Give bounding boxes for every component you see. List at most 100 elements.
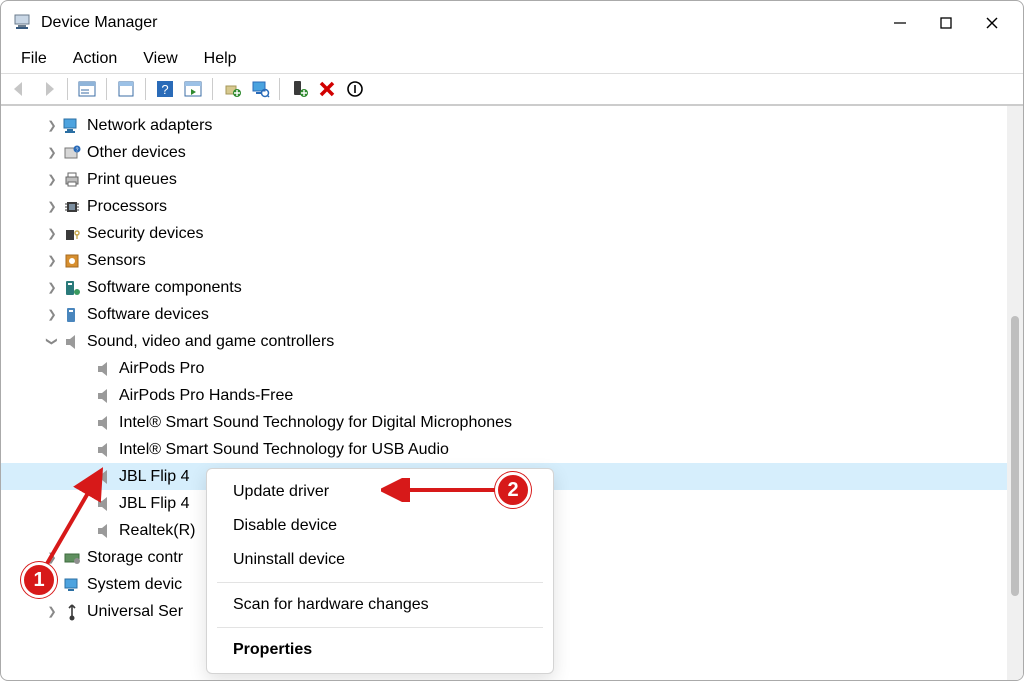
ctx-separator bbox=[217, 582, 543, 583]
chevron-right-icon[interactable]: ❯ bbox=[43, 551, 61, 564]
toolbar-separator bbox=[67, 78, 68, 100]
tree-item[interactable]: Intel® Smart Sound Technology for USB Au… bbox=[1, 436, 1023, 463]
maximize-button[interactable] bbox=[923, 1, 969, 45]
speaker-icon bbox=[95, 414, 113, 432]
speaker-icon bbox=[95, 522, 113, 540]
usb-icon bbox=[63, 603, 81, 621]
ctx-properties[interactable]: Properties bbox=[207, 633, 553, 667]
update-driver-button[interactable] bbox=[219, 76, 245, 102]
storage-icon bbox=[63, 549, 81, 567]
tree-item[interactable]: AirPods Pro bbox=[1, 355, 1023, 382]
scroll-thumb[interactable] bbox=[1011, 316, 1019, 596]
enable-device-button[interactable] bbox=[286, 76, 312, 102]
toolbar-separator bbox=[106, 78, 107, 100]
tree-item[interactable]: AirPods Pro Hands-Free bbox=[1, 382, 1023, 409]
tree-label: Security devices bbox=[87, 225, 204, 243]
tree-label: Sound, video and game controllers bbox=[87, 333, 334, 351]
menu-file[interactable]: File bbox=[9, 48, 59, 70]
printer-icon bbox=[63, 171, 81, 189]
tree-label: Network adapters bbox=[87, 117, 212, 135]
chevron-right-icon[interactable]: ❯ bbox=[43, 254, 61, 267]
tree-label: System devic bbox=[87, 576, 182, 594]
tree-label: JBL Flip 4 bbox=[119, 495, 190, 513]
annotation-badge-2: 2 bbox=[495, 472, 531, 508]
titlebar: Device Manager bbox=[1, 1, 1023, 45]
software-icon bbox=[63, 306, 81, 324]
chevron-right-icon[interactable]: ❯ bbox=[43, 146, 61, 159]
tree-label: Software components bbox=[87, 279, 242, 297]
speaker-icon bbox=[95, 441, 113, 459]
window-title: Device Manager bbox=[41, 14, 158, 32]
speaker-icon bbox=[95, 360, 113, 378]
component-icon bbox=[63, 279, 81, 297]
other-icon: ? bbox=[63, 144, 81, 162]
cpu-icon bbox=[63, 198, 81, 216]
show-hide-tree-button[interactable] bbox=[74, 76, 100, 102]
device-manager-window: Device Manager File Action View Help ? bbox=[0, 0, 1024, 681]
network-icon bbox=[63, 117, 81, 135]
annotation-badge-1: 1 bbox=[21, 562, 57, 598]
close-button[interactable] bbox=[969, 1, 1015, 45]
security-icon bbox=[63, 225, 81, 243]
disable-device-button[interactable] bbox=[342, 76, 368, 102]
tree-category[interactable]: ❯ Sensors bbox=[1, 247, 1023, 274]
ctx-disable-device[interactable]: Disable device bbox=[207, 509, 553, 543]
tree-category[interactable]: ❯ Print queues bbox=[1, 166, 1023, 193]
chevron-right-icon[interactable]: ❯ bbox=[43, 227, 61, 240]
toolbar-separator bbox=[145, 78, 146, 100]
sensor-icon bbox=[63, 252, 81, 270]
chevron-right-icon[interactable]: ❯ bbox=[43, 308, 61, 321]
tree-category[interactable]: ❯ Security devices bbox=[1, 220, 1023, 247]
tree-label: AirPods Pro bbox=[119, 360, 204, 378]
tree-label: Sensors bbox=[87, 252, 146, 270]
menu-bar: File Action View Help bbox=[1, 45, 1023, 73]
tree-label: AirPods Pro Hands-Free bbox=[119, 387, 293, 405]
tree-category[interactable]: ❯ Sound, video and game controllers bbox=[1, 328, 1023, 355]
tree-label: JBL Flip 4 bbox=[119, 468, 190, 486]
tree-category[interactable]: ❯ Software devices bbox=[1, 301, 1023, 328]
chevron-right-icon[interactable]: ❯ bbox=[43, 119, 61, 132]
tree-label: Storage contr bbox=[87, 549, 183, 567]
action-button[interactable] bbox=[180, 76, 206, 102]
tree-category[interactable]: ❯ ? Other devices bbox=[1, 139, 1023, 166]
devmgr-app-icon bbox=[13, 14, 31, 32]
menu-view[interactable]: View bbox=[131, 48, 189, 70]
back-button[interactable] bbox=[7, 76, 33, 102]
tree-category[interactable]: ❯ Network adapters bbox=[1, 112, 1023, 139]
tree-label: Intel® Smart Sound Technology for Digita… bbox=[119, 414, 512, 432]
menu-help[interactable]: Help bbox=[192, 48, 249, 70]
tree-label: Intel® Smart Sound Technology for USB Au… bbox=[119, 441, 449, 459]
help-button[interactable]: ? bbox=[152, 76, 178, 102]
properties-button[interactable] bbox=[113, 76, 139, 102]
tree-label: Processors bbox=[87, 198, 167, 216]
chevron-down-icon[interactable]: ❯ bbox=[46, 333, 59, 351]
tree-item[interactable]: Intel® Smart Sound Technology for Digita… bbox=[1, 409, 1023, 436]
tree-label: Print queues bbox=[87, 171, 177, 189]
tree-label: Software devices bbox=[87, 306, 209, 324]
speaker-icon bbox=[95, 495, 113, 513]
tree-label: Other devices bbox=[87, 144, 186, 162]
svg-text:?: ? bbox=[161, 82, 168, 97]
system-icon bbox=[63, 576, 81, 594]
ctx-separator bbox=[217, 627, 543, 628]
chevron-right-icon[interactable]: ❯ bbox=[43, 281, 61, 294]
forward-button[interactable] bbox=[35, 76, 61, 102]
content-area: ❯ Network adapters ❯ ? Other devices ❯ P… bbox=[1, 105, 1023, 680]
chevron-right-icon[interactable]: ❯ bbox=[43, 173, 61, 186]
menu-action[interactable]: Action bbox=[61, 48, 129, 70]
minimize-button[interactable] bbox=[877, 1, 923, 45]
vertical-scrollbar[interactable] bbox=[1007, 106, 1023, 680]
ctx-uninstall-device[interactable]: Uninstall device bbox=[207, 543, 553, 577]
scan-hardware-button[interactable] bbox=[247, 76, 273, 102]
ctx-scan-hardware[interactable]: Scan for hardware changes bbox=[207, 588, 553, 622]
chevron-right-icon[interactable]: ❯ bbox=[43, 200, 61, 213]
toolbar: ? bbox=[1, 73, 1023, 105]
toolbar-separator bbox=[279, 78, 280, 100]
uninstall-device-button[interactable] bbox=[314, 76, 340, 102]
speaker-icon bbox=[95, 387, 113, 405]
tree-category[interactable]: ❯ Software components bbox=[1, 274, 1023, 301]
sound-icon bbox=[63, 333, 81, 351]
chevron-right-icon[interactable]: ❯ bbox=[43, 605, 61, 618]
tree-category[interactable]: ❯ Processors bbox=[1, 193, 1023, 220]
tree-label: Universal Ser bbox=[87, 603, 183, 621]
